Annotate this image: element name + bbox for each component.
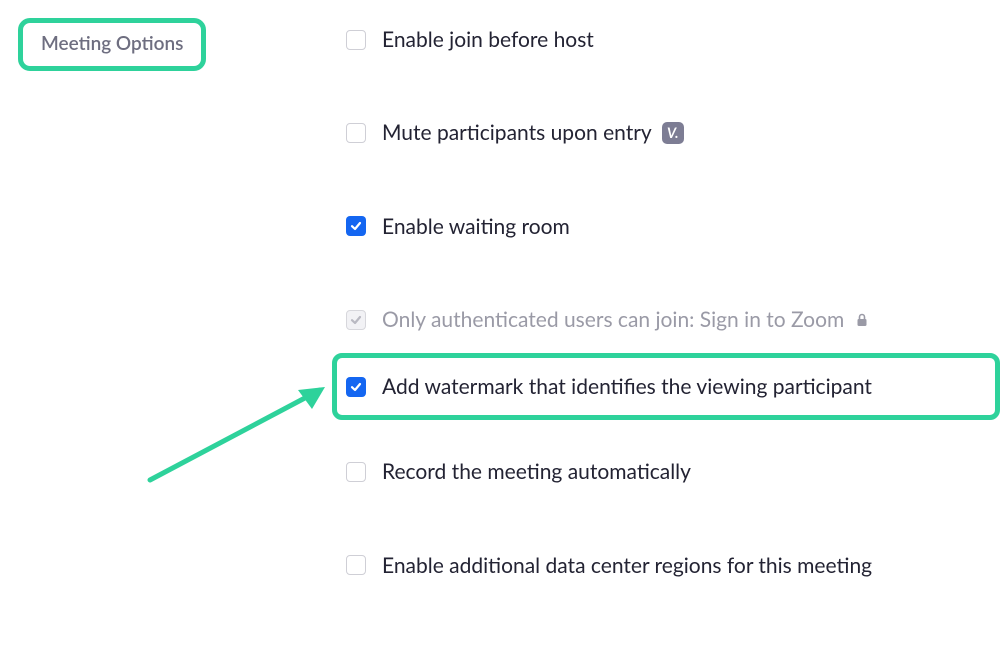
- option-label: Enable waiting room: [382, 213, 570, 240]
- option-label: Only authenticated users can join: Sign …: [382, 306, 844, 333]
- option-label: Add watermark that identifies the viewin…: [382, 373, 872, 400]
- checkbox-watermark[interactable]: [346, 377, 366, 397]
- option-label: Mute participants upon entry: [382, 119, 652, 146]
- meeting-options-list: Enable join before host Mute participant…: [340, 0, 1004, 601]
- option-label: Enable additional data center regions fo…: [382, 552, 872, 579]
- option-watermark: Add watermark that identifies the viewin…: [346, 367, 1004, 406]
- checkbox-waiting-room[interactable]: [346, 216, 366, 236]
- checkbox-auto-record[interactable]: [346, 462, 366, 482]
- checkbox-data-center[interactable]: [346, 555, 366, 575]
- option-auth-users: Only authenticated users can join: Sign …: [346, 300, 1004, 339]
- option-data-center: Enable additional data center regions fo…: [346, 546, 1004, 585]
- option-label: Enable join before host: [382, 26, 594, 53]
- option-join-before-host: Enable join before host: [346, 20, 1004, 59]
- option-waiting-room: Enable waiting room: [346, 207, 1004, 246]
- checkbox-auth-users: [346, 310, 366, 330]
- section-title: Meeting Options: [18, 18, 206, 71]
- option-auto-record: Record the meeting automatically: [346, 452, 1004, 491]
- lock-icon: [856, 313, 868, 327]
- checkbox-join-before-host[interactable]: [346, 30, 366, 50]
- checkbox-mute-on-entry[interactable]: [346, 123, 366, 143]
- option-mute-on-entry: Mute participants upon entry V.: [346, 113, 1004, 152]
- version-badge-icon: V.: [662, 122, 684, 144]
- option-label: Record the meeting automatically: [382, 458, 691, 485]
